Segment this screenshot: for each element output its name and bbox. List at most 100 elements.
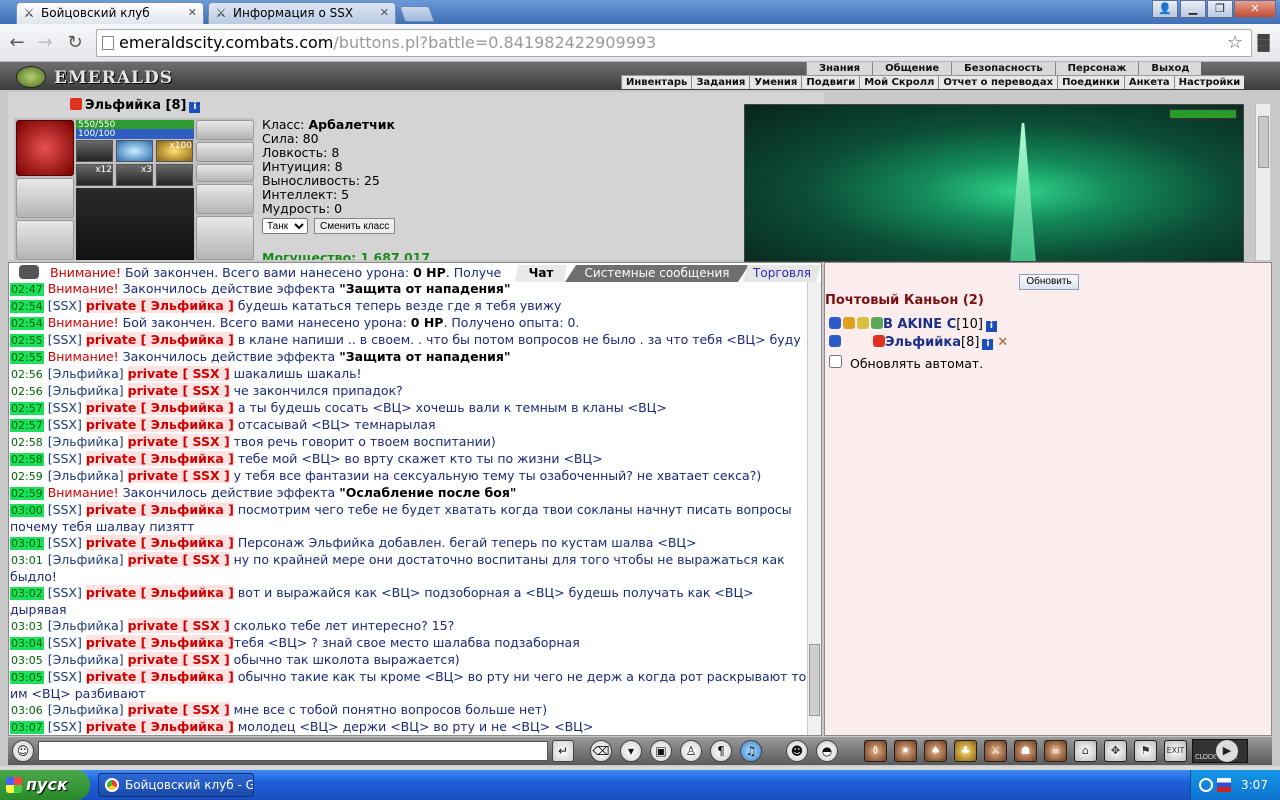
subnav-transfer-report[interactable]: Отчет о переводах xyxy=(938,76,1057,89)
subnav-quests[interactable]: Задания xyxy=(691,76,749,89)
refresh-button[interactable]: Обновить xyxy=(1019,274,1079,290)
timestamp[interactable]: 02:47 xyxy=(10,283,44,296)
chat-tab-chat[interactable]: Чат xyxy=(515,265,567,282)
timestamp[interactable]: 02:54 xyxy=(10,317,44,330)
tray-back-icon[interactable] xyxy=(1199,778,1213,792)
private-recipient[interactable]: private [ SSX ] xyxy=(127,618,230,633)
reload-icon[interactable]: ↻ xyxy=(64,32,86,54)
chat-tab-system[interactable]: Системные сообщения xyxy=(565,265,749,282)
helmet-icon[interactable]: ◓ xyxy=(816,740,838,762)
music-icon[interactable]: ♫ xyxy=(740,740,762,762)
exit-icon[interactable]: EXIT xyxy=(1164,740,1187,762)
character-name-text[interactable]: Эльфийка xyxy=(85,98,161,113)
subnav-feats[interactable]: Подвиги xyxy=(801,76,859,89)
timestamp[interactable]: 03:01 xyxy=(10,554,44,567)
sender-nick[interactable]: [SSX] xyxy=(48,451,82,466)
timestamp[interactable]: 03:06 xyxy=(10,704,44,717)
bookmark-star-icon[interactable]: ☆ xyxy=(1227,30,1243,56)
skill-icon[interactable]: ⌂ xyxy=(1074,740,1097,762)
minimize-button[interactable]: ▁ xyxy=(1180,0,1206,18)
timestamp[interactable]: 03:01 xyxy=(10,537,44,550)
sender-nick[interactable]: [SSX] xyxy=(48,669,82,684)
buff-slot[interactable]: x12 xyxy=(76,164,113,186)
timestamp[interactable]: 02:55 xyxy=(10,351,44,364)
sender-nick[interactable]: [Эльфийка] xyxy=(48,366,124,381)
timestamp[interactable]: 02:56 xyxy=(10,385,44,398)
scrollbar-thumb[interactable] xyxy=(809,644,820,716)
save-icon[interactable]: ▣ xyxy=(650,740,672,762)
nav-communication[interactable]: Общение xyxy=(872,62,951,75)
skill-icon[interactable]: ✥ xyxy=(1104,740,1127,762)
maximize-button[interactable]: ❐ xyxy=(1207,0,1233,18)
private-recipient[interactable]: private [ Эльфийка ] xyxy=(85,417,234,432)
info-icon[interactable]: i xyxy=(982,339,994,350)
new-tab-button[interactable] xyxy=(399,6,435,22)
sender-nick[interactable]: [Эльфийка] xyxy=(48,552,124,567)
private-recipient[interactable]: private [ SSX ] xyxy=(127,552,230,567)
timestamp[interactable]: 03:00 xyxy=(10,504,44,517)
browser-tab-info[interactable]: ⚔ Информация о SSX ✕ xyxy=(208,2,396,24)
private-recipient[interactable]: private [ Эльфийка ] xyxy=(85,298,234,313)
private-recipient[interactable]: private [ SSX ] xyxy=(127,366,230,381)
skill-icon[interactable]: ☗ xyxy=(1014,740,1037,762)
timestamp[interactable]: 02:58 xyxy=(10,453,44,466)
player-name[interactable]: Эльфийка xyxy=(885,335,961,350)
private-recipient[interactable]: private [ Эльфийка ] xyxy=(85,535,234,550)
attack-swords-icon[interactable]: ✕ xyxy=(997,335,1008,350)
flag-icon[interactable]: ⚑ xyxy=(1134,740,1157,762)
timestamp[interactable]: 02:57 xyxy=(10,402,44,415)
sender-nick[interactable]: [Эльфийка] xyxy=(48,652,124,667)
gloves-slot[interactable] xyxy=(196,184,254,214)
private-recipient[interactable]: private [ SSX ] xyxy=(127,652,230,667)
subnav-skills[interactable]: Умения xyxy=(749,76,801,89)
private-recipient[interactable]: private [ Эльфийка ] xyxy=(85,585,234,600)
belt-slot[interactable] xyxy=(16,220,74,260)
language-flag-icon[interactable] xyxy=(1217,778,1231,792)
player-name[interactable]: B AKINE C xyxy=(883,317,956,332)
buff-slot[interactable]: x100 xyxy=(156,140,193,162)
auto-refresh-checkbox[interactable] xyxy=(829,355,842,368)
scrollbar-thumb[interactable] xyxy=(1258,116,1269,168)
nav-exit[interactable]: Выход xyxy=(1138,62,1201,75)
browser-menu-icon[interactable]: ▬ ▬ ▬ xyxy=(1256,28,1274,56)
private-recipient[interactable]: private [ Эльфийка ] xyxy=(85,502,234,517)
address-bar[interactable]: emeraldscity.combats.com/buttons.pl?batt… xyxy=(96,29,1252,57)
helmet-slot[interactable] xyxy=(196,120,254,140)
nav-character[interactable]: Персонаж xyxy=(1054,62,1139,75)
private-recipient[interactable]: private [ Эльфийка ] xyxy=(85,451,234,466)
start-button[interactable]: пуск xyxy=(0,770,90,800)
sender-nick[interactable]: [Эльфийка] xyxy=(48,383,124,398)
role-select[interactable]: Танк xyxy=(262,218,308,234)
weapon-slot[interactable] xyxy=(16,120,74,176)
sender-nick[interactable]: [SSX] xyxy=(48,332,82,347)
subnav-settings[interactable]: Настройки xyxy=(1173,76,1245,89)
timestamp[interactable]: 03:03 xyxy=(10,620,44,633)
private-recipient[interactable]: private [ Эльфийка ] xyxy=(85,635,234,650)
sender-nick[interactable]: [SSX] xyxy=(48,298,82,313)
sender-nick[interactable]: [SSX] xyxy=(48,535,82,550)
sender-nick[interactable]: [SSX] xyxy=(48,502,82,517)
site-logo[interactable]: EMERALDS xyxy=(14,64,172,90)
info-icon[interactable]: i xyxy=(189,102,201,113)
subnav-profile[interactable]: Анкета xyxy=(1123,76,1174,89)
timestamp[interactable]: 03:07 xyxy=(10,721,44,734)
sender-nick[interactable]: [Эльфийка] xyxy=(48,702,124,717)
timestamp[interactable]: 02:56 xyxy=(10,368,44,381)
location-scene[interactable] xyxy=(744,104,1244,262)
necklace-slot[interactable] xyxy=(196,142,254,162)
close-tab-icon[interactable]: ✕ xyxy=(188,3,197,23)
sender-nick[interactable]: [SSX] xyxy=(48,417,82,432)
subnav-fights[interactable]: Поединки xyxy=(1057,76,1124,89)
private-recipient[interactable]: private [ Эльфийка ] xyxy=(85,332,234,347)
private-recipient[interactable]: private [ SSX ] xyxy=(127,468,230,483)
skill-icon[interactable]: ☠ xyxy=(1044,740,1067,762)
back-icon[interactable]: ← xyxy=(6,32,28,54)
sender-nick[interactable]: [Эльфийка] xyxy=(48,618,124,633)
private-recipient[interactable]: private [ SSX ] xyxy=(127,383,230,398)
private-recipient[interactable]: private [ Эльфийка ] xyxy=(85,669,234,684)
send-icon[interactable]: ↵ xyxy=(552,740,574,762)
auto-refresh-toggle[interactable]: Обновлять автомат. xyxy=(829,355,983,371)
player-row[interactable]: B AKINE C[10] i xyxy=(829,317,997,332)
top-scrollbar[interactable] xyxy=(1255,104,1270,260)
shield-slot[interactable] xyxy=(196,216,254,260)
